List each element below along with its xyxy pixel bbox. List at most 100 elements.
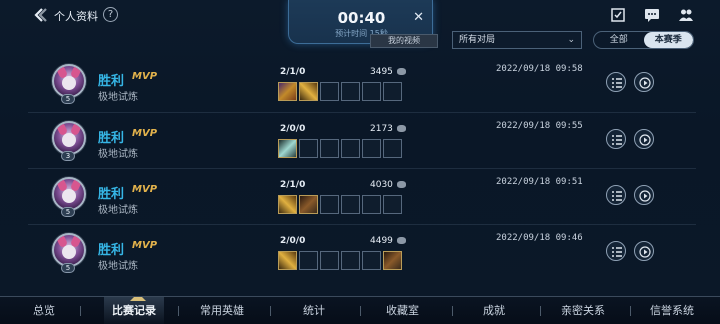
tab-common-heroes[interactable]: 常用英雄 [200, 297, 244, 324]
gold-icon [397, 181, 406, 188]
friends-icon[interactable] [678, 7, 694, 23]
hero-avatar [52, 121, 86, 155]
item-slot [299, 251, 318, 270]
hero-avatar [52, 64, 86, 98]
bottom-tab-bar: 总览 比赛记录 常用英雄 统计 收藏室 成就 亲密关系 信誉系统 [0, 296, 720, 324]
gold-amount: 3495 [370, 67, 393, 77]
item-slot [278, 82, 297, 101]
details-list-button[interactable] [606, 129, 626, 149]
hero-avatar [52, 233, 86, 267]
details-list-button[interactable] [606, 72, 626, 92]
seg-all-button[interactable]: 全部 [594, 32, 644, 48]
item-slot [362, 82, 381, 101]
match-result: 胜利 [98, 187, 125, 202]
tab-divider [178, 306, 179, 316]
game-mode: 极地试炼 [98, 92, 138, 103]
mvp-badge: MVP [132, 128, 158, 139]
match-row[interactable]: 5 胜利 MVP 极地试炼 2/0/0 4499 2022/09/18 09:4… [28, 224, 696, 280]
mvp-badge: MVP [132, 240, 158, 251]
item-slots [278, 82, 402, 101]
item-slot [362, 195, 381, 214]
item-slot [299, 139, 318, 158]
tab-overview[interactable]: 总览 [33, 297, 55, 324]
hero-avatar [52, 177, 86, 211]
play-icon [639, 77, 651, 89]
match-row[interactable]: 5 胜利 MVP 极地试炼 2/1/0 3495 2022/09/18 09:5… [28, 56, 696, 112]
item-slots [278, 251, 402, 270]
tab-match-history[interactable]: 比赛记录 [104, 297, 164, 324]
hero-level-badge: 3 [61, 151, 75, 161]
hero-level-badge: 5 [61, 207, 75, 217]
item-slots [278, 139, 402, 158]
game-mode: 极地试炼 [98, 149, 138, 160]
play-icon [639, 190, 651, 202]
game-mode: 极地试炼 [98, 261, 138, 272]
item-slot [362, 139, 381, 158]
item-slot [383, 195, 402, 214]
mvp-badge: MVP [132, 71, 158, 82]
seg-season-button[interactable]: 本赛季 [643, 32, 693, 48]
item-slot [299, 195, 318, 214]
match-row[interactable]: 3 胜利 MVP 极地试炼 2/0/0 2173 2022/09/18 09:5… [28, 112, 696, 168]
filter-value: 所有对局 [459, 35, 496, 45]
tab-relationships[interactable]: 亲密关系 [561, 297, 605, 324]
tab-divider [452, 306, 453, 316]
tab-divider [360, 306, 361, 316]
mvp-badge: MVP [132, 184, 158, 195]
gold-amount: 2173 [370, 124, 393, 134]
play-icon [639, 134, 651, 146]
details-list-button[interactable] [606, 241, 626, 261]
page-title: 个人资料 [54, 10, 98, 23]
details-list-button[interactable] [606, 185, 626, 205]
kda: 2/0/0 [280, 124, 306, 134]
chat-icon[interactable] [644, 7, 660, 23]
item-slot [383, 139, 402, 158]
season-toggle: 全部 本赛季 [593, 31, 694, 49]
gold-icon [397, 237, 406, 244]
item-slot [383, 251, 402, 270]
tab-divider [80, 306, 81, 316]
item-slot [278, 139, 297, 158]
task-icon[interactable] [610, 7, 626, 23]
kda: 2/0/0 [280, 236, 306, 246]
tab-achievements[interactable]: 成就 [483, 297, 505, 324]
replay-button[interactable] [634, 241, 654, 261]
close-icon[interactable]: ✕ [413, 10, 424, 25]
chevron-down-icon: ⌄ [567, 35, 575, 45]
match-result: 胜利 [98, 243, 125, 258]
item-slot [341, 82, 360, 101]
tab-divider [540, 306, 541, 316]
item-slot [362, 251, 381, 270]
item-slot [320, 82, 339, 101]
match-date: 2022/09/18 09:58 [496, 64, 583, 74]
match-filter-select[interactable]: 所有对局 ⌄ [452, 31, 582, 49]
help-icon[interactable]: ? [103, 7, 118, 22]
item-slot [278, 195, 297, 214]
top-icons [610, 7, 694, 23]
hero-level-badge: 5 [61, 94, 75, 104]
tab-divider [270, 306, 271, 316]
gold-icon [397, 68, 406, 75]
gold-amount: 4030 [370, 180, 393, 190]
my-video-button[interactable]: 我的视频 [370, 34, 438, 48]
back-arrow-icon[interactable] [32, 7, 48, 23]
list-icon [612, 247, 622, 257]
item-slot [299, 82, 318, 101]
tab-collection[interactable]: 收藏室 [386, 297, 419, 324]
item-slot [383, 82, 402, 101]
tab-stats[interactable]: 统计 [303, 297, 325, 324]
gold-icon [397, 125, 406, 132]
replay-button[interactable] [634, 185, 654, 205]
replay-button[interactable] [634, 129, 654, 149]
item-slot [320, 195, 339, 214]
match-row[interactable]: 5 胜利 MVP 极地试炼 2/1/0 4030 2022/09/18 09:5… [28, 168, 696, 224]
item-slot [341, 139, 360, 158]
list-icon [612, 135, 622, 145]
item-slot [341, 251, 360, 270]
replay-button[interactable] [634, 72, 654, 92]
item-slots [278, 195, 402, 214]
hero-level-badge: 5 [61, 263, 75, 273]
gold-amount: 4499 [370, 236, 393, 246]
match-result: 胜利 [98, 74, 125, 89]
tab-credit-system[interactable]: 信誉系统 [650, 297, 694, 324]
